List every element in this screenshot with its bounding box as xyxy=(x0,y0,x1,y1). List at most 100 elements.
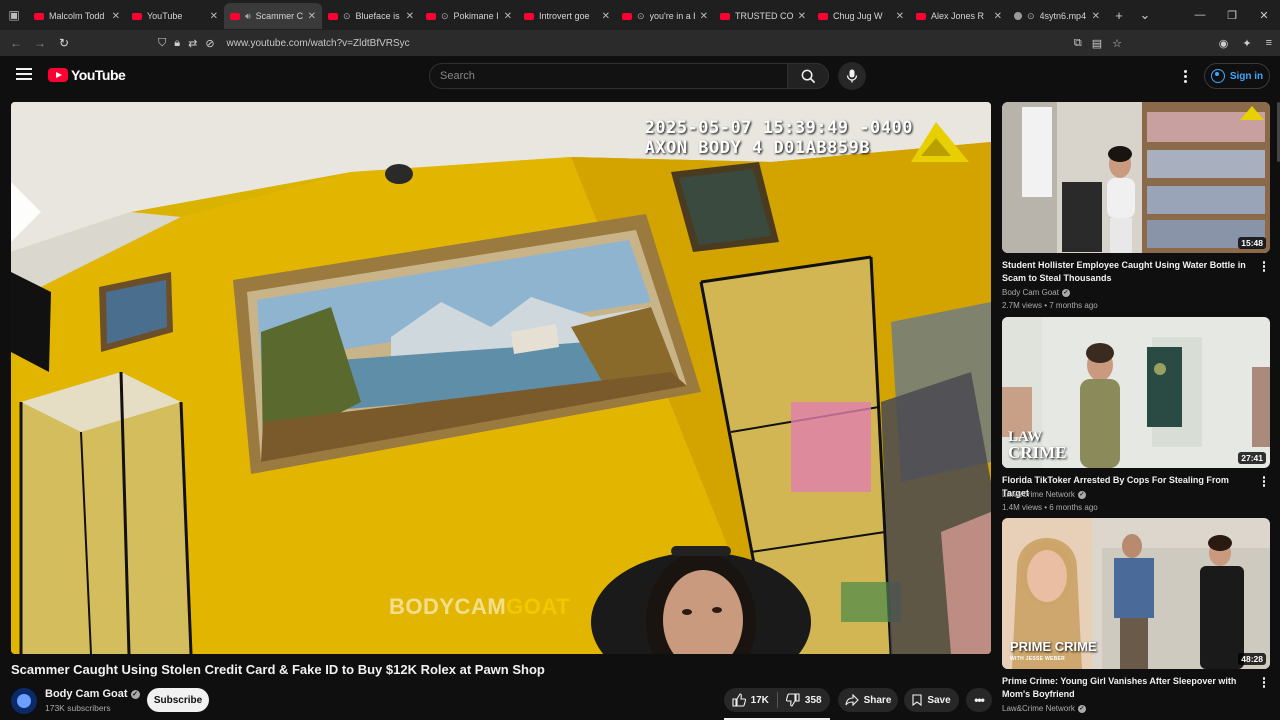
related-menu-icon[interactable] xyxy=(1260,261,1268,272)
tab-title: Chug Jug W xyxy=(833,11,883,21)
reader-view-icon[interactable]: ▤ xyxy=(1092,37,1102,50)
related-channel-name[interactable]: Body Cam Goat xyxy=(1002,288,1059,297)
close-tab-icon[interactable]: ✕ xyxy=(406,11,414,22)
related-meta: 1.4M views • 6 months ago xyxy=(1002,503,1098,512)
picture-in-picture-icon[interactable]: ⧉ xyxy=(1074,37,1082,50)
browser-tab[interactable]: ⊙ 4sytn6.mp4 ✕ xyxy=(1008,3,1106,29)
prime-crime-thumb-text-b: WITH JESSE WEBER xyxy=(1010,656,1066,662)
like-dislike-bar: 17K 358 xyxy=(724,688,831,720)
settings-kebab-icon[interactable] xyxy=(1178,66,1192,86)
autoplay-blocked-icon[interactable]: ⊘ xyxy=(205,37,214,50)
logo-text: YouTube xyxy=(71,67,126,83)
tab-actions-icon[interactable]: ▣ xyxy=(0,0,28,30)
back-icon[interactable]: ← xyxy=(4,36,28,50)
browser-tab[interactable]: 🔊︎ Scammer Ca ✕ xyxy=(224,3,322,29)
channel-watermark: BODYCAMGOAT xyxy=(389,594,570,620)
browser-tab[interactable]: Alex Jones R ✕ xyxy=(910,3,1008,29)
browser-tab[interactable]: Introvert goe ✕ xyxy=(518,3,616,29)
lock-icon[interactable]: 🔒︎ xyxy=(174,37,180,50)
channel-avatar[interactable] xyxy=(11,688,37,714)
video-thumbnail[interactable]: PRIME CRIME WITH JESSE WEBER 48:28 xyxy=(1002,518,1270,669)
close-tab-icon[interactable]: ✕ xyxy=(602,11,610,22)
share-button[interactable]: Share xyxy=(838,688,898,712)
close-tab-icon[interactable]: ✕ xyxy=(700,11,708,22)
browser-tab-strip: ▣ Malcolm Todd - I ✕ YouTube ✕ 🔊︎ Scammer Ca ✕… xyxy=(0,0,1280,30)
video-player[interactable]: 2025-05-07 15:39:49 -0400 AXON BODY 4 D0… xyxy=(11,102,991,654)
related-channel-name[interactable]: Law&Crime Network xyxy=(1002,490,1075,499)
subscribe-button[interactable]: Subscribe xyxy=(147,688,209,712)
youtube-favicon-icon xyxy=(328,12,338,20)
restore-icon[interactable]: ❐ xyxy=(1216,9,1248,22)
video-thumbnail[interactable]: LAW CRIME 27:41 xyxy=(1002,317,1270,468)
new-tab-icon[interactable]: + xyxy=(1106,8,1132,23)
related-title[interactable]: Student Hollister Employee Caught Using … xyxy=(1002,259,1254,285)
menu-icon[interactable]: ≡ xyxy=(1266,37,1272,50)
browser-tab[interactable]: ⊙ Blueface is d ✕ xyxy=(322,3,420,29)
related-channel-name[interactable]: Law&Crime Network xyxy=(1002,704,1075,713)
list-tabs-icon[interactable]: ⌄ xyxy=(1132,7,1158,23)
tab-title: YouTube xyxy=(147,11,183,21)
browser-tab[interactable]: ⊙ you're in a b ✕ xyxy=(616,3,714,29)
related-channel[interactable]: Law&Crime Network ✓ xyxy=(1002,490,1086,499)
close-tab-icon[interactable]: ✕ xyxy=(1092,11,1100,22)
bodycam-overlay: 2025-05-07 15:39:49 -0400 AXON BODY 4 D0… xyxy=(645,118,913,158)
voice-search-button[interactable] xyxy=(838,62,866,90)
close-tab-icon[interactable]: ✕ xyxy=(308,11,316,22)
close-tab-icon[interactable]: ✕ xyxy=(210,11,218,22)
related-video-card[interactable]: PRIME CRIME WITH JESSE WEBER 48:28 Prime… xyxy=(1002,518,1270,713)
related-menu-icon[interactable] xyxy=(1260,677,1268,688)
minimize-icon[interactable]: — xyxy=(1184,9,1216,22)
browser-tab[interactable]: TRUSTED CO ✕ xyxy=(714,3,812,29)
related-menu-icon[interactable] xyxy=(1260,476,1268,487)
extensions-icon[interactable]: ✦ xyxy=(1242,37,1251,50)
browser-tab[interactable]: Malcolm Todd - I ✕ xyxy=(28,3,126,29)
youtube-favicon-icon xyxy=(818,12,828,20)
like-button[interactable]: 17K xyxy=(724,688,777,712)
video-thumbnail[interactable]: 15:48 xyxy=(1002,102,1270,253)
youtube-logo[interactable]: YouTube xyxy=(48,67,126,83)
bookmark-star-icon[interactable]: ☆ xyxy=(1112,37,1122,50)
channel-name-row[interactable]: Body Cam Goat ✓ xyxy=(45,688,140,700)
related-video-card[interactable]: 15:48 Student Hollister Employee Caught … xyxy=(1002,102,1270,310)
sign-in-label: Sign in xyxy=(1229,70,1264,82)
sign-in-button[interactable]: Sign in xyxy=(1204,63,1270,89)
forward-icon[interactable]: → xyxy=(28,36,52,50)
permissions-icon[interactable]: ⇄ xyxy=(188,37,197,50)
search-bar: Search xyxy=(429,63,829,89)
guide-menu-icon[interactable] xyxy=(16,68,32,80)
tab-audio-icon[interactable]: 🔊︎ xyxy=(245,11,251,22)
close-tab-icon[interactable]: ✕ xyxy=(112,11,120,22)
close-tab-icon[interactable]: ✕ xyxy=(798,11,806,22)
close-tab-icon[interactable]: ✕ xyxy=(896,11,904,22)
more-actions-button[interactable]: ••• xyxy=(966,688,992,712)
youtube-favicon-icon xyxy=(426,12,436,20)
account-icon[interactable]: ◉ xyxy=(1219,37,1229,50)
browser-tab[interactable]: YouTube ✕ xyxy=(126,3,224,29)
search-input[interactable]: Search xyxy=(429,63,787,89)
verified-badge-icon: ✓ xyxy=(1077,704,1086,713)
youtube-favicon-icon xyxy=(230,12,240,20)
related-channel[interactable]: Body Cam Goat ✓ xyxy=(1002,288,1070,297)
search-button[interactable] xyxy=(787,63,829,89)
shield-icon[interactable]: ⛉ xyxy=(158,37,166,50)
save-button[interactable]: Save xyxy=(904,688,959,712)
reload-icon[interactable]: ↻ xyxy=(52,36,76,50)
prime-crime-thumb-text-a: PRIME CRIME xyxy=(1010,639,1097,654)
youtube-favicon-icon xyxy=(916,12,926,20)
youtube-play-icon xyxy=(48,68,68,82)
video-duration: 15:48 xyxy=(1238,237,1266,249)
close-window-icon[interactable]: ✕ xyxy=(1248,9,1280,22)
url-bar[interactable]: ⛉ 🔒︎ ⇄ ⊘ www.youtube.com/watch?v=ZldtBfV… xyxy=(150,32,1128,54)
browser-tab[interactable]: Chug Jug W ✕ xyxy=(812,3,910,29)
related-video-card[interactable]: LAW CRIME 27:41 Florida TikToker Arreste… xyxy=(1002,317,1270,512)
dislike-button[interactable]: 358 xyxy=(778,688,831,712)
url-text[interactable]: www.youtube.com/watch?v=ZldtBfVRSyc xyxy=(227,38,410,49)
tab-title: TRUSTED CO xyxy=(735,11,793,21)
browser-tab[interactable]: ⊙ Pokimane Is ✕ xyxy=(420,3,518,29)
related-channel[interactable]: Law&Crime Network ✓ xyxy=(1002,704,1086,713)
close-tab-icon[interactable]: ✕ xyxy=(994,11,1002,22)
related-title[interactable]: Prime Crime: Young Girl Vanishes After S… xyxy=(1002,675,1254,701)
close-tab-icon[interactable]: ✕ xyxy=(504,11,512,22)
channel-name[interactable]: Body Cam Goat xyxy=(45,688,128,700)
tab-title: Scammer Ca xyxy=(255,11,303,21)
